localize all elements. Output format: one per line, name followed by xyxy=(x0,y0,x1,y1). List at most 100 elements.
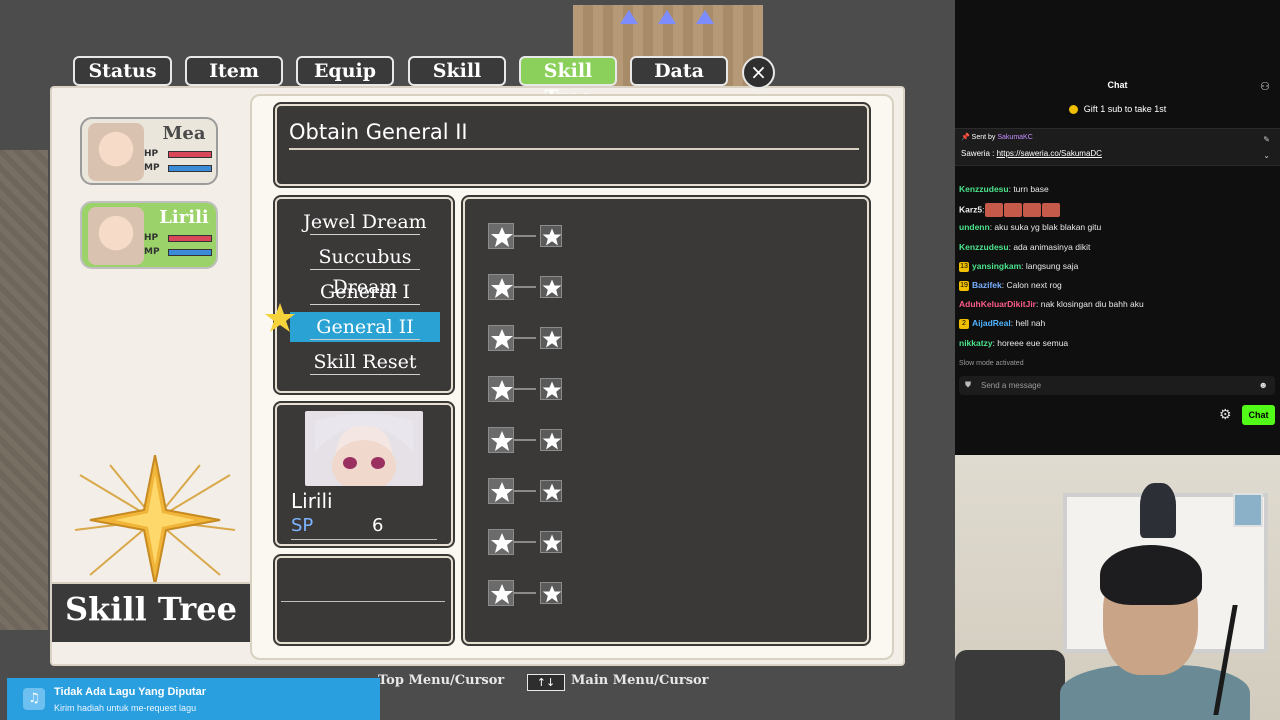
skill-node-row[interactable] xyxy=(488,274,568,300)
star-node-locked-icon[interactable] xyxy=(540,327,562,349)
skill-menu-general-i[interactable]: General I xyxy=(290,277,440,307)
chat-username[interactable]: Bazifek xyxy=(972,280,1002,290)
webcam-feed xyxy=(955,455,1280,720)
hat xyxy=(1140,483,1176,538)
background-wall xyxy=(0,150,48,630)
mp-label: MP xyxy=(144,163,160,173)
connector xyxy=(514,592,536,594)
star-node-icon[interactable] xyxy=(488,478,514,504)
chat-message: nikkatzy: horeee eue semua xyxy=(959,338,1068,348)
music-title: Tidak Ada Lagu Yang Diputar xyxy=(54,686,206,698)
chat-message: Karz5: xyxy=(959,203,1061,218)
chat-username[interactable]: Kenzzudesu xyxy=(959,242,1009,252)
character-name: Lirili xyxy=(291,489,333,513)
star-node-icon[interactable] xyxy=(488,325,514,351)
star-node-locked-icon[interactable] xyxy=(540,429,562,451)
hint-top-menu: Top Menu/Cursor xyxy=(378,673,505,688)
skill-node-row[interactable] xyxy=(488,478,568,504)
chat-panel: Chat ⚇ Gift 1 sub to take 1st 📌 Sent by … xyxy=(955,0,1280,455)
skill-menu-general-ii[interactable]: General II xyxy=(290,312,440,342)
sp-value: 6 xyxy=(372,515,384,536)
chat-username[interactable]: Kenzzudesu xyxy=(959,184,1009,194)
skill-menu-succubus-dream[interactable]: Succubus Dream xyxy=(290,242,440,298)
chair xyxy=(955,650,1065,720)
triangle-marker-icon xyxy=(696,10,714,24)
sub-badge-icon: 2 xyxy=(959,319,969,330)
star-node-locked-icon[interactable] xyxy=(540,225,562,247)
chat-username[interactable]: Karz5 xyxy=(959,204,982,214)
pin-sent-by-user: SakumaKC xyxy=(997,134,1033,141)
skill-node-row[interactable] xyxy=(488,223,568,249)
star-node-locked-icon[interactable] xyxy=(540,378,562,400)
pin-sent-by-label: Sent by xyxy=(971,134,996,141)
star-node-icon[interactable] xyxy=(488,580,514,606)
chat-username[interactable]: nikkatzy xyxy=(959,338,993,348)
chat-username[interactable]: AduhKeluarDikitJir xyxy=(959,299,1036,309)
menu-label: General I xyxy=(320,281,410,303)
tab-data[interactable]: Data xyxy=(630,56,728,86)
chat-message: Kenzzudesu: turn base xyxy=(959,184,1049,194)
character-name: Mea xyxy=(162,123,206,144)
star-node-icon[interactable] xyxy=(488,427,514,453)
skill-menu-jewel-dream[interactable]: Jewel Dream xyxy=(290,207,440,237)
star-node-icon[interactable] xyxy=(488,223,514,249)
skill-node-row[interactable] xyxy=(488,427,568,453)
tab-skill-tree[interactable]: Skill Tree xyxy=(519,56,617,108)
hp-label: HP xyxy=(144,233,159,243)
sub-badge-icon: 13 xyxy=(959,261,969,272)
character-name: Lirili xyxy=(159,207,209,228)
chat-header: Chat xyxy=(1107,80,1128,90)
connector xyxy=(514,490,536,492)
star-node-icon[interactable] xyxy=(488,529,514,555)
pin-icon: 📌 xyxy=(961,134,972,141)
party-member-mea[interactable]: Mea HP MP xyxy=(80,117,218,185)
tab-item[interactable]: Item xyxy=(185,56,283,86)
user-list-icon[interactable]: ⚇ xyxy=(1260,80,1270,93)
tab-status[interactable]: Status xyxy=(73,56,172,86)
slow-mode-notice: Slow mode activated xyxy=(959,360,1024,367)
star-emblem-icon xyxy=(74,455,236,585)
pin-link[interactable]: https://saweria.co/SakumaDC xyxy=(997,149,1102,158)
skill-menu-skill-reset[interactable]: Skill Reset xyxy=(290,347,440,377)
chat-text: : ada animasinya dikit xyxy=(1008,241,1091,252)
chat-text: : horeee eue semua xyxy=(992,337,1069,348)
skill-node-row[interactable] xyxy=(488,529,568,555)
star-node-icon[interactable] xyxy=(488,376,514,402)
menu-label: Jewel Dream xyxy=(303,211,427,233)
star-node-locked-icon[interactable] xyxy=(540,582,562,604)
party-member-lirili[interactable]: Lirili HP MP xyxy=(80,201,218,269)
connector xyxy=(514,439,536,441)
screen: Status Item Equip Skill Skill Tree Data … xyxy=(0,0,1280,720)
emoji-icon[interactable]: ☻ xyxy=(1259,380,1268,390)
person-hair xyxy=(1100,545,1202,605)
chat-send-button[interactable]: Chat xyxy=(1242,405,1275,425)
hp-bar xyxy=(168,235,212,242)
hint-main-menu: Main Menu/Cursor xyxy=(571,673,709,688)
chat-username[interactable]: undenn xyxy=(959,222,990,232)
chevron-down-icon[interactable]: ⌄ xyxy=(1263,151,1270,160)
star-node-locked-icon[interactable] xyxy=(540,531,562,553)
tab-equip[interactable]: Equip xyxy=(296,56,394,86)
music-note-icon: ♫ xyxy=(23,688,45,710)
triangle-marker-icon xyxy=(658,10,676,24)
tab-skill[interactable]: Skill xyxy=(408,56,506,86)
star-node-locked-icon[interactable] xyxy=(540,480,562,502)
skill-node-row[interactable] xyxy=(488,325,568,351)
star-node-locked-icon[interactable] xyxy=(540,276,562,298)
skill-node-row[interactable] xyxy=(488,580,568,606)
chat-username[interactable]: AijadReal xyxy=(972,318,1011,328)
gear-icon[interactable]: ⚙ xyxy=(1219,406,1232,423)
pin-message-prefix: Saweria : xyxy=(961,149,997,158)
skill-node-row[interactable] xyxy=(488,376,568,402)
hp-label: HP xyxy=(144,149,159,159)
gift-sub-banner[interactable]: Gift 1 sub to take 1st xyxy=(955,104,1280,115)
pinned-message: 📌 Sent by SakumaKC Saweria : https://saw… xyxy=(955,128,1280,166)
unpin-icon[interactable]: ✎ xyxy=(1263,135,1270,144)
close-button[interactable]: × xyxy=(742,56,775,89)
divider xyxy=(289,148,859,150)
star-node-icon[interactable] xyxy=(488,274,514,300)
chat-username[interactable]: yansingkam xyxy=(972,261,1021,271)
sp-label: SP xyxy=(291,515,314,536)
triangle-marker-icon xyxy=(620,10,638,24)
chat-text: : nak klosingan diu bahh aku xyxy=(1036,299,1144,310)
